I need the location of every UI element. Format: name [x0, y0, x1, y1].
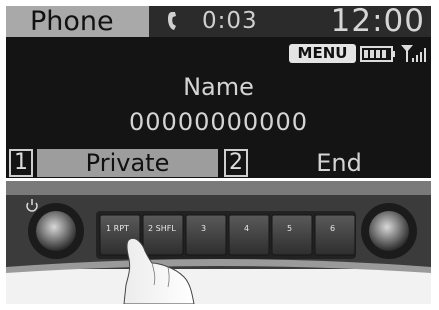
- softkey-private-button[interactable]: Private: [37, 149, 218, 177]
- signal-strength-icon: [401, 45, 426, 62]
- power-volume-knob[interactable]: [28, 203, 84, 259]
- radio-button-panel: [6, 181, 431, 304]
- battery-icon: [360, 46, 395, 62]
- clock: 12:00: [330, 6, 425, 39]
- preset-button-1[interactable]: 1 RPT: [106, 224, 129, 233]
- phone-handset-icon: [168, 12, 176, 30]
- preset-button-2[interactable]: 2 SHFL: [148, 224, 176, 233]
- tune-knob[interactable]: [361, 203, 417, 259]
- caller-name: Name: [183, 73, 254, 101]
- softkey-1-number: 1: [9, 149, 33, 177]
- preset-button-4[interactable]: 4: [244, 224, 249, 233]
- softkey-end-button[interactable]: End: [254, 149, 424, 177]
- preset-button-6[interactable]: 6: [330, 224, 335, 233]
- softkey-2-number: 2: [224, 149, 248, 177]
- phone-display-screen: Phone 0:03 12:00 MENU Name 00000000000 1…: [6, 6, 431, 178]
- menu-badge: MENU: [289, 44, 356, 63]
- preset-button-3[interactable]: 3: [201, 224, 206, 233]
- caller-number: 00000000000: [129, 108, 308, 136]
- app-title-tab: Phone: [6, 6, 149, 37]
- call-duration-timer: 0:03: [202, 8, 258, 34]
- preset-button-5[interactable]: 5: [287, 224, 292, 233]
